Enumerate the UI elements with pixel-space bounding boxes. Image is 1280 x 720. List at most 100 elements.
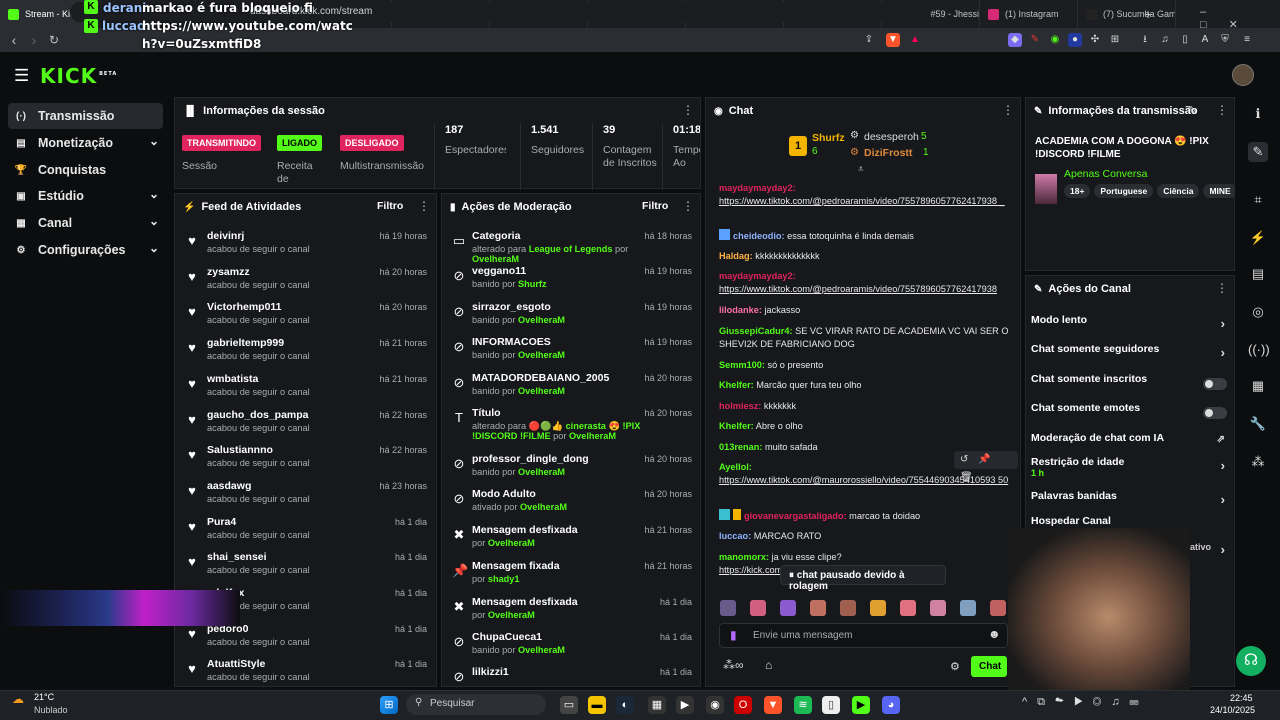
chat-username[interactable]: cheideodio: xyxy=(733,231,785,241)
sidebar-item[interactable]: ▣ Estúdio ⌄ xyxy=(8,183,163,209)
chat-link[interactable]: https://www.tiktok.com/@pedroaramis/vide… xyxy=(719,196,1005,206)
moderation-row[interactable]: ⊘ sirrazor_esgoto banido por OvelheraM há 1… xyxy=(452,301,696,341)
crop-icon[interactable]: ⌗ xyxy=(1248,190,1268,210)
extension-icon[interactable]: ◉ xyxy=(1048,33,1062,47)
chat-paused-banner[interactable]: ⏸ chat pausado devido à rolagem xyxy=(780,565,946,592)
chevron-right-icon[interactable]: › xyxy=(1221,316,1225,331)
emote-icon[interactable] xyxy=(930,600,946,616)
moderation-row[interactable]: ⊘ INFORMACOES banido por OvelheraM há 19 ho… xyxy=(452,336,696,376)
edit-icon[interactable]: ✎ xyxy=(1248,142,1268,162)
emoji-icon[interactable]: ☻ xyxy=(988,627,1001,641)
feed-username[interactable]: zysamzz xyxy=(207,266,250,278)
document-icon[interactable]: ▤ xyxy=(1248,264,1268,284)
category-name[interactable]: Apenas Conversa xyxy=(1064,168,1147,180)
chevron-down-icon[interactable]: ⌄ xyxy=(149,241,159,255)
translate-icon[interactable]: A xyxy=(1198,33,1212,47)
moderation-row[interactable]: 📌 Mensagem fixada por shady1 há 21 horas xyxy=(452,560,696,600)
channel-action-row[interactable]: Palavras banidas › xyxy=(1031,490,1229,512)
moderator-name[interactable]: OvelheraM xyxy=(518,645,565,655)
sidebar-item[interactable]: 🏆 Conquistas xyxy=(8,157,163,183)
feed-row[interactable]: ♥ zysamzz acabou de seguir o canal há 20 ho… xyxy=(185,266,431,300)
apps-icon[interactable]: ⁂ xyxy=(1248,452,1268,472)
app-icon[interactable]: ▶ xyxy=(676,696,694,714)
clock-time[interactable]: 22:45 xyxy=(1230,693,1253,703)
kebab-menu-icon[interactable]: ⋮ xyxy=(682,104,694,116)
sidebar-toggle-icon[interactable]: ▯ xyxy=(1178,33,1192,47)
emote-icon[interactable] xyxy=(750,600,766,616)
feed-username[interactable]: wmbatista xyxy=(207,373,258,385)
browser-tab[interactable]: (7) Sucumba Game xyxy=(1078,0,1176,28)
kick-logo[interactable]: KICK BETA xyxy=(40,64,117,88)
message-actions[interactable]: ↺📌🗑 xyxy=(954,451,1018,483)
lightning-icon[interactable]: ⚡ xyxy=(1248,228,1268,248)
extension-icon[interactable]: ◆ xyxy=(1008,33,1022,47)
chevron-down-icon[interactable]: ⌄ xyxy=(149,134,159,148)
menu-icon[interactable]: ≡ xyxy=(1240,33,1254,47)
app-icon[interactable]: ▦ xyxy=(648,696,666,714)
system-tray-icons[interactable]: ^⧉☁▶◎♫⌨ xyxy=(1022,696,1148,709)
feed-row[interactable]: ♥ Pura4 acabou de seguir o canal há 1 dia xyxy=(185,516,431,550)
toggle-switch[interactable] xyxy=(1203,407,1227,419)
feed-username[interactable]: shai_sensei xyxy=(207,551,267,563)
chat-username[interactable]: giovanevargastaligado: xyxy=(744,511,847,521)
kebab-menu-icon[interactable]: ⋮ xyxy=(682,200,694,212)
moderation-row[interactable]: ⊘ MATADORDEBAIANO_2005 banido por Ovelhera… xyxy=(452,372,696,412)
feed-username[interactable]: Salustiannno xyxy=(207,444,273,456)
moderator-name[interactable]: OvelheraM xyxy=(488,538,535,548)
feed-username[interactable]: gabrieltemp999 xyxy=(207,337,284,349)
avatar[interactable] xyxy=(1232,64,1254,86)
share-icon[interactable]: ⇪ xyxy=(862,33,876,47)
chat-input[interactable]: ▮ Envie uma mensagem ☻ xyxy=(719,623,1008,648)
moderator-name[interactable]: Shurfz xyxy=(518,279,547,289)
moderator-name[interactable]: shady1 xyxy=(488,574,520,584)
chat-link[interactable]: https://www.tiktok.com/@pedroaramis/vide… xyxy=(719,284,997,294)
layout-icon[interactable]: ▦ xyxy=(1248,376,1268,396)
channel-action-row[interactable]: Restrição de idade › 1 h xyxy=(1031,456,1229,478)
moderator-name[interactable]: OvelheraM xyxy=(518,386,565,396)
chevron-right-icon[interactable]: › xyxy=(1221,492,1225,507)
kebab-menu-icon[interactable]: ⋮ xyxy=(1216,282,1228,294)
channel-action-row[interactable]: Modo lento › xyxy=(1031,314,1229,336)
moderation-row[interactable]: T Título alterado para 🔴🟢👍 cinerasta 😍 !PI… xyxy=(452,407,696,447)
sidebar-item[interactable]: ▤ Monetização ⌄ xyxy=(8,130,163,156)
chat-message[interactable]: luccao: MARCAO RATO xyxy=(719,530,1009,543)
chat-username[interactable]: Semm100: xyxy=(719,360,765,370)
chat-message[interactable]: Khelfer: Marcão quer fura teu olho xyxy=(719,379,1009,392)
moderation-filter-button[interactable]: Filtro xyxy=(642,200,668,212)
taskbar-search[interactable]: ⚲ Pesquisar xyxy=(406,694,546,715)
feed-username[interactable]: aasdawg xyxy=(207,480,251,492)
mic-icon[interactable]: ▮ xyxy=(730,628,737,642)
chat-username[interactable]: holmiesz: xyxy=(719,401,761,411)
media-icon[interactable]: ♫ xyxy=(1158,33,1172,47)
kick-app-icon[interactable]: ▶ xyxy=(852,696,870,714)
moderator-name[interactable]: OvelheraM xyxy=(518,467,565,477)
chat-bubble-icon[interactable]: ◎ xyxy=(1248,302,1268,322)
chat-settings-icon[interactable]: ⚙ xyxy=(950,660,960,673)
feed-row[interactable]: ♥ gabrieltemp999 acabou de seguir o canal h… xyxy=(185,337,431,371)
chat-message[interactable]: giovanevargastaligado: marcao ta doidao xyxy=(719,509,1009,523)
feed-row[interactable]: ♥ AtuattiStyle acabou de seguir o canal há … xyxy=(185,658,431,686)
tag-chip[interactable]: Ciência xyxy=(1157,184,1200,198)
chat-username[interactable]: Khelfer: xyxy=(719,421,754,431)
headset-button[interactable]: ☊ xyxy=(1236,646,1266,676)
windows-start-icon[interactable]: ⊞ xyxy=(380,696,398,714)
kebab-menu-icon[interactable]: ⋮ xyxy=(1216,104,1228,116)
store-icon[interactable]: ⌂ xyxy=(765,658,772,672)
feed-filter-button[interactable]: Filtro xyxy=(377,200,403,212)
discord-icon[interactable]: ◕ xyxy=(882,696,900,714)
moderator-name[interactable]: OvelheraM xyxy=(569,431,616,441)
tag-chip[interactable]: MINE xyxy=(1203,184,1234,198)
feed-username[interactable]: deivinrj xyxy=(207,230,244,242)
wrench-icon[interactable]: 🔧 xyxy=(1248,414,1268,434)
channel-action-row[interactable]: Moderação de chat com IA ⇗ xyxy=(1031,432,1229,454)
tag-chip[interactable]: 18+ xyxy=(1064,184,1091,198)
chat-username[interactable]: lilodanke: xyxy=(719,305,762,315)
steam-icon[interactable]: ◐ xyxy=(616,696,634,714)
feed-row[interactable]: ♥ gaucho_dos_pampa acabou de seguir o cana… xyxy=(185,409,431,443)
feed-username[interactable]: Victorhemp011 xyxy=(207,301,282,313)
feed-row[interactable]: ♥ aasdawg acabou de seguir o canal há 23 ho… xyxy=(185,480,431,514)
chat-username[interactable]: luccao: xyxy=(719,531,751,541)
chat-send-button[interactable]: Chat xyxy=(971,656,1007,677)
download-icon[interactable]: ⭳ xyxy=(1138,33,1152,47)
feed-row[interactable]: ♥ shai_sensei acabou de seguir o canal há 1… xyxy=(185,551,431,585)
